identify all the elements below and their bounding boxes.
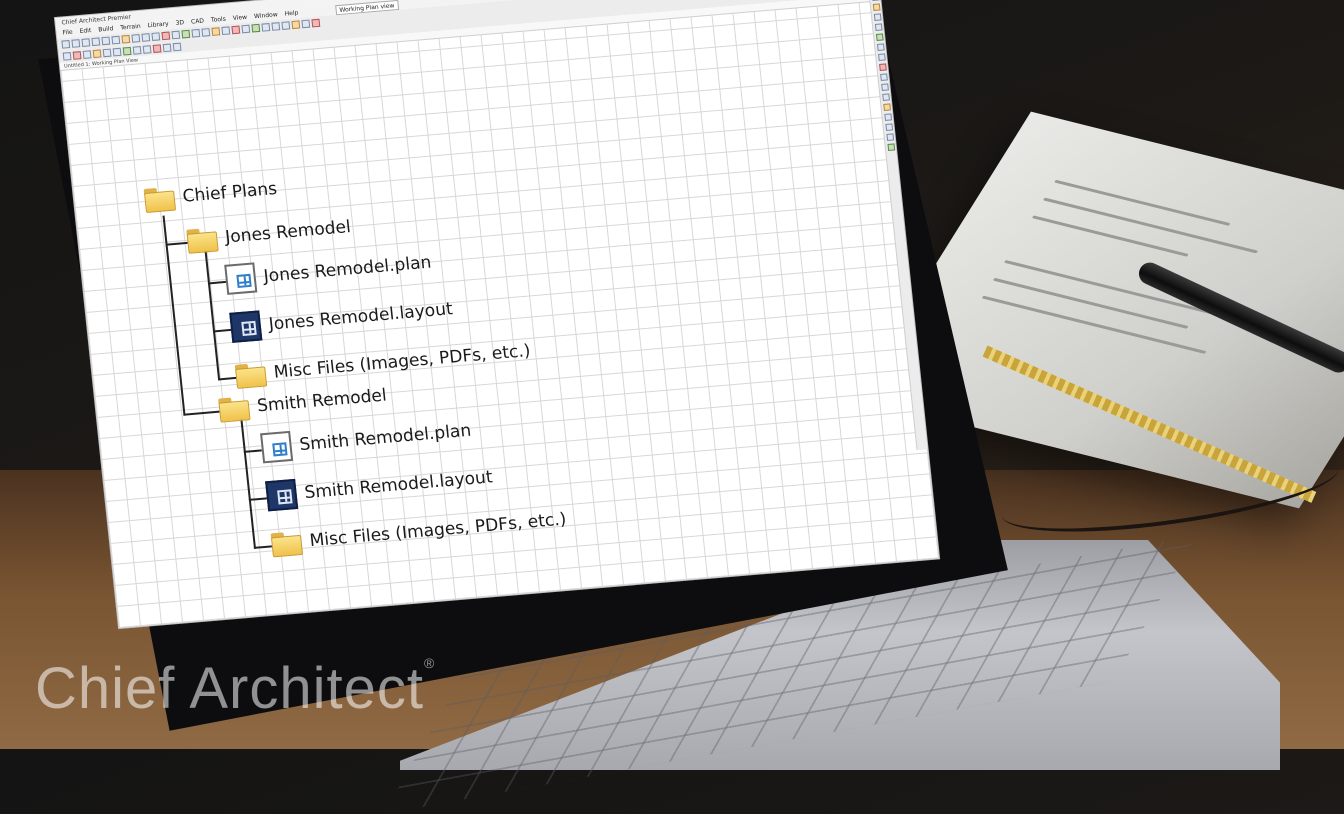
text-tool-icon[interactable] (261, 22, 271, 32)
folder-icon (143, 185, 176, 214)
line-tool-icon[interactable] (281, 21, 291, 30)
build-tool-icon[interactable] (82, 50, 92, 59)
terrain-tool-icon[interactable] (251, 23, 261, 33)
overview-icon[interactable] (878, 63, 887, 72)
print-tool-icon[interactable] (91, 37, 101, 47)
ortho-icon[interactable] (884, 123, 893, 132)
camera-view-icon[interactable] (875, 33, 884, 42)
item-label: Jones Remodel.layout (267, 299, 454, 335)
zoom-tool-icon[interactable] (171, 30, 181, 40)
item-label: Smith Remodel.layout (303, 467, 494, 504)
edit-tool-icon[interactable] (72, 51, 82, 60)
select-objects-icon[interactable] (62, 51, 72, 61)
stairs-tool-icon[interactable] (241, 24, 251, 34)
item-label: Jones Remodel.plan (262, 252, 433, 287)
plumbing-tool-icon[interactable] (162, 43, 172, 53)
camera-tool-icon[interactable] (181, 29, 191, 39)
tree-item-smith-misc[interactable]: Misc Files (Images, PDFs, etc.) (270, 506, 568, 558)
tree-project-jones[interactable]: Jones Remodel (186, 214, 352, 254)
pan-icon[interactable] (872, 3, 881, 12)
grid-icon[interactable] (883, 113, 892, 122)
new-plan-tool-icon[interactable] (61, 39, 71, 49)
folder-icon (234, 360, 267, 389)
symbol-tool-icon[interactable] (102, 48, 112, 58)
plant-tool-icon[interactable] (122, 46, 132, 56)
folder-icon (186, 225, 219, 254)
elevation-icon[interactable] (876, 43, 885, 52)
arc-tool-icon[interactable] (291, 20, 301, 30)
folder-icon (218, 394, 251, 423)
tree-project-smith[interactable]: Smith Remodel (218, 382, 388, 422)
angle-icon[interactable] (885, 133, 894, 142)
app-window: Chief Architect Premier File Edit Build … (55, 0, 940, 629)
layout-file-icon (265, 478, 299, 512)
paste-tool-icon[interactable] (151, 32, 161, 42)
floor-down-icon[interactable] (874, 23, 883, 32)
help-tool-icon[interactable] (131, 34, 141, 43)
tree-item-smith-plan[interactable]: Smith Remodel.plan (260, 416, 473, 464)
copy-tool-icon[interactable] (141, 33, 151, 42)
project-label: Smith Remodel (256, 385, 388, 417)
dimension-tool-icon[interactable] (271, 22, 281, 31)
item-label: Misc Files (Images, PDFs, etc.) (308, 509, 568, 552)
cabinet-tool-icon[interactable] (221, 26, 231, 36)
tree-root[interactable]: Chief Plans (143, 176, 278, 213)
plan-file-icon (260, 430, 294, 464)
fill-tool-icon[interactable] (92, 49, 102, 59)
tree-item-smith-layout[interactable]: Smith Remodel.layout (265, 462, 494, 512)
library-tool-icon[interactable] (112, 47, 122, 57)
framing-tool-icon[interactable] (142, 45, 152, 54)
plan-file-icon (224, 262, 258, 295)
tree-root-label: Chief Plans (181, 178, 279, 207)
delete-tool-icon[interactable] (161, 31, 171, 41)
section-icon[interactable] (877, 53, 886, 62)
reference-icon[interactable] (881, 93, 890, 102)
snap-icon[interactable] (882, 103, 891, 112)
layer-tool-icon[interactable] (301, 19, 311, 29)
wall-tool-icon[interactable] (191, 28, 201, 38)
floor-up-icon[interactable] (873, 13, 882, 22)
save-tool-icon[interactable] (81, 38, 91, 47)
room-tool-icon[interactable] (132, 46, 142, 55)
item-label: Smith Remodel.plan (298, 420, 473, 456)
electrical-tool-icon[interactable] (152, 44, 162, 54)
window-tool-icon[interactable] (211, 27, 221, 36)
tree-item-jones-misc[interactable]: Misc Files (Images, PDFs, etc.) (234, 338, 532, 389)
roof-tool-icon[interactable] (231, 25, 241, 35)
project-label: Jones Remodel (224, 216, 352, 248)
material-tool-icon[interactable] (311, 18, 321, 28)
drafting-icon[interactable] (886, 143, 895, 152)
tree-item-jones-layout[interactable]: Jones Remodel.layout (229, 294, 454, 343)
item-label: Misc Files (Images, PDFs, etc.) (272, 340, 532, 383)
folder-icon (270, 529, 303, 558)
select-tool-icon[interactable] (121, 34, 131, 44)
hvac-tool-icon[interactable] (172, 42, 182, 52)
undo-tool-icon[interactable] (101, 36, 111, 46)
render-icon[interactable] (879, 73, 888, 82)
open-tool-icon[interactable] (71, 39, 81, 48)
door-tool-icon[interactable] (201, 28, 211, 37)
redo-tool-icon[interactable] (111, 35, 121, 45)
layer-set-icon[interactable] (880, 83, 889, 92)
layout-file-icon (229, 310, 263, 343)
fill-window-icon[interactable] (871, 0, 879, 2)
tree-item-jones-plan[interactable]: Jones Remodel.plan (224, 247, 433, 295)
